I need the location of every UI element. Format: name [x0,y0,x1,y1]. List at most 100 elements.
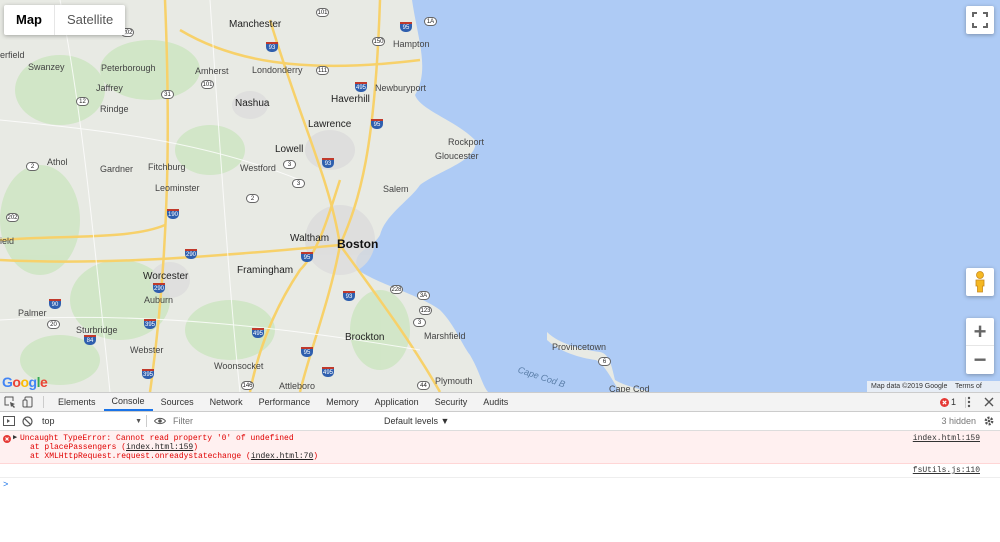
tab-application[interactable]: Application [367,393,427,411]
tab-divider [43,396,44,408]
place-label: Lowell [275,144,304,155]
toolbar-divider [146,415,147,427]
tab-security[interactable]: Security [427,393,476,411]
fullscreen-button[interactable] [966,6,994,34]
route-shield: 90 [49,299,61,309]
google-logo[interactable]: Google [2,374,48,390]
console-prompt[interactable]: > [0,478,1000,496]
error-source-link[interactable]: index.html:159 [913,434,980,443]
map-view[interactable]: Manchester Hampton Swanzey Peterborough … [0,0,1000,392]
inspect-element-button[interactable] [1,393,19,411]
place-label: Gloucester [435,151,479,161]
pegman-button[interactable] [966,268,994,296]
context-selector[interactable]: top ▼ [42,414,142,429]
route-shield: 3 [292,179,305,188]
devtools-panel: Elements Console Sources Network Perform… [0,392,1000,542]
tab-console[interactable]: Console [103,393,153,411]
error-count: 1 [950,397,956,407]
route-shield: 202 [6,213,19,222]
map-base [0,0,650,392]
route-shield: 93 [343,291,355,301]
route-shield: 190 [167,209,179,219]
place-label: Auburn [144,295,174,305]
log-source-link[interactable]: fsUtils.js:110 [913,466,980,475]
route-shield: 111 [316,66,329,75]
pegman-icon [975,271,985,293]
zoom-in-button[interactable]: + [966,319,994,346]
live-expression-button[interactable] [151,412,169,430]
route-shield: 44 [417,381,430,390]
route-shield: 12 [76,97,89,106]
map-type-satellite-button[interactable]: Satellite [55,5,125,35]
place-label: Jaffrey [96,83,123,93]
tab-network[interactable]: Network [202,393,251,411]
route-shield: 228 [390,285,403,294]
tab-memory[interactable]: Memory [318,393,367,411]
error-text: Uncaught TypeError: Cannot read property… [20,434,294,443]
error-icon [3,435,11,443]
map-type-map-button[interactable]: Map [4,5,55,35]
route-shield: 495 [322,367,334,377]
map-type-control: Map Satellite [4,5,126,35]
show-sidebar-button[interactable] [0,412,18,430]
console-filter-input[interactable] [173,414,378,428]
route-shield: 95 [301,252,313,262]
route-shield: 93 [322,158,334,168]
tab-audits[interactable]: Audits [475,393,516,411]
place-label: Nashua [235,98,270,109]
more-options-button[interactable] [960,393,978,411]
route-shield: 1A [424,17,437,26]
stack-frame-text: at XMLHttpRequest.request.onreadystatech… [30,452,251,461]
context-value: top [42,416,55,426]
tab-performance[interactable]: Performance [251,393,319,411]
route-shield: 290 [153,283,165,293]
console-error-message: ▶ Uncaught TypeError: Cannot read proper… [0,431,1000,464]
zoom-control: + − [966,318,994,374]
gear-icon [984,416,994,426]
terms-of-use-link[interactable]: Terms of Use [951,381,1000,392]
place-label: Rindge [100,104,129,114]
place-label: Sturbridge [76,325,118,335]
tab-elements[interactable]: Elements [50,393,104,411]
console-settings-button[interactable] [980,412,998,430]
place-label: Manchester [229,19,282,30]
route-shield: 3 [413,318,426,327]
place-label: Boston [337,237,379,251]
place-label: Londonderry [252,65,303,75]
tab-sources[interactable]: Sources [153,393,202,411]
stack-frame: at placePassengers (index.html:159) [20,443,1000,452]
place-label: Westford [240,163,276,173]
route-shield: 495 [252,328,264,338]
place-label: Amherst [195,66,229,76]
route-shield: 95 [400,22,412,32]
stack-frame-link[interactable]: index.html:159 [126,443,193,452]
route-shield: 6 [598,357,611,366]
place-label: Swanzey [28,62,65,72]
kebab-menu-icon [967,396,971,408]
device-icon [22,396,33,408]
map-attribution: Map data ©2019 Google [867,381,952,392]
place-label: Newburyport [375,83,427,93]
close-devtools-button[interactable] [980,393,998,411]
log-levels-dropdown[interactable]: Default levels ▼ [384,416,449,426]
clear-console-button[interactable] [18,412,36,430]
expand-triangle-icon[interactable]: ▶ [13,434,17,443]
eye-icon [154,417,166,425]
error-counter[interactable]: 1 [939,397,956,407]
place-label: Athol [47,157,68,167]
console-log-message: fsUtils.js:110 [0,464,1000,478]
devtools-tab-bar: Elements Console Sources Network Perform… [0,393,1000,412]
close-icon [984,397,994,407]
place-label: Webster [130,345,164,355]
route-shield: 95 [301,347,313,357]
error-icon [939,397,949,407]
route-shield: 290 [185,249,197,259]
stack-frame-link[interactable]: index.html:70 [251,452,313,461]
place-label: Haverhill [331,94,370,105]
zoom-out-button[interactable]: − [966,346,994,373]
route-shield: 123 [419,306,432,315]
place-label: Woonsocket [214,361,264,371]
place-label: Worcester [143,271,189,282]
device-toolbar-button[interactable] [19,393,37,411]
place-label: ield [0,236,15,246]
